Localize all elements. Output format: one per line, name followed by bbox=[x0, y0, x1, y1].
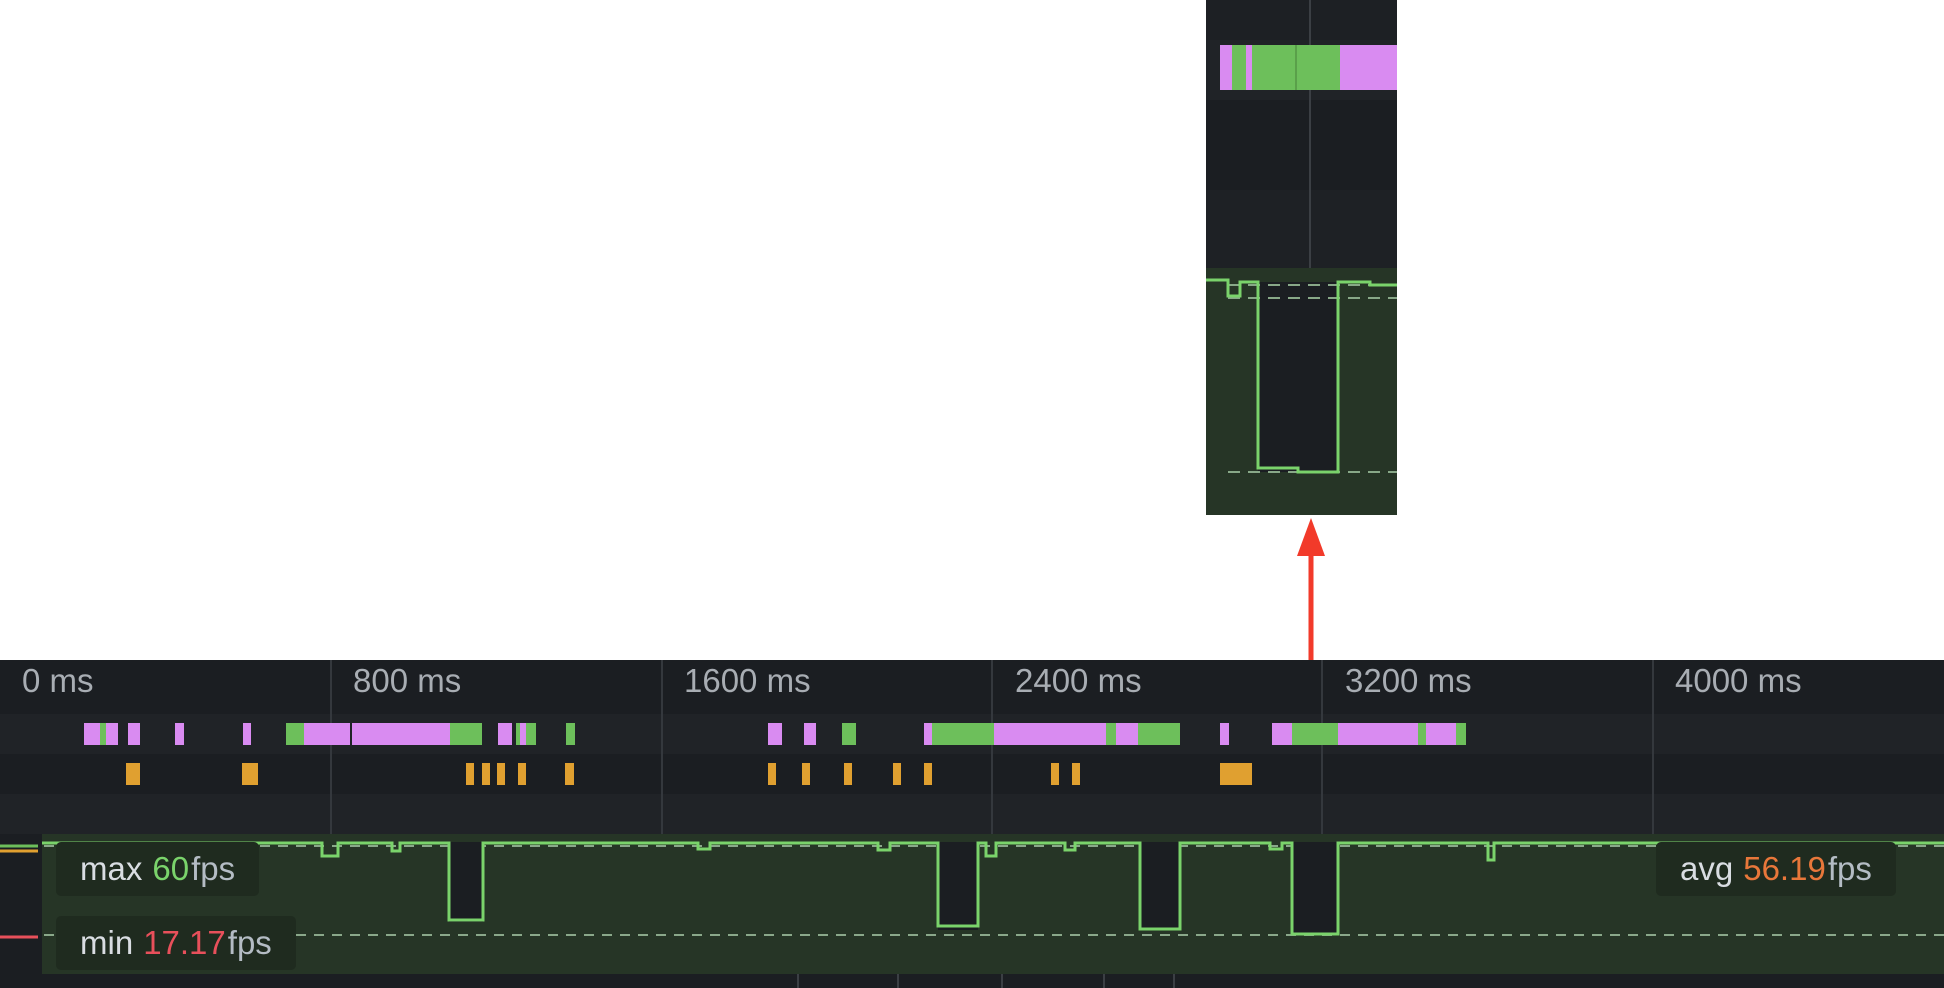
timeline-graphic bbox=[0, 0, 1944, 988]
fps-max-label: max 60 fps bbox=[56, 842, 260, 896]
fps-avg-label: avg 56.19 fps bbox=[1656, 842, 1896, 896]
tick-label: 3200 ms bbox=[1345, 662, 1472, 699]
annotation-arrow bbox=[1297, 518, 1325, 660]
fps-avg-key: avg bbox=[1680, 850, 1734, 887]
fps-unit: fps bbox=[1827, 850, 1872, 887]
fps-unit: fps bbox=[227, 924, 272, 961]
tick-label: 4000 ms bbox=[1675, 662, 1802, 699]
fps-max-value: 60 bbox=[152, 850, 190, 887]
tick-label: 2400 ms bbox=[1015, 662, 1142, 699]
zoom-inset bbox=[1206, 0, 1397, 515]
tick-label: 800 ms bbox=[353, 662, 462, 699]
fps-avg-value: 56.19 bbox=[1743, 850, 1826, 887]
fps-min-label: min 17.17 fps bbox=[56, 916, 296, 970]
fps-unit: fps bbox=[191, 850, 236, 887]
fps-min-value: 17.17 bbox=[143, 924, 226, 961]
zoom-fps-graph bbox=[1206, 268, 1397, 515]
fps-min-key: min bbox=[80, 924, 134, 961]
tick-label: 0 ms bbox=[22, 662, 94, 699]
tick-label: 1600 ms bbox=[684, 662, 811, 699]
fps-max-key: max bbox=[80, 850, 143, 887]
zoom-activity-bar bbox=[1220, 45, 1397, 90]
